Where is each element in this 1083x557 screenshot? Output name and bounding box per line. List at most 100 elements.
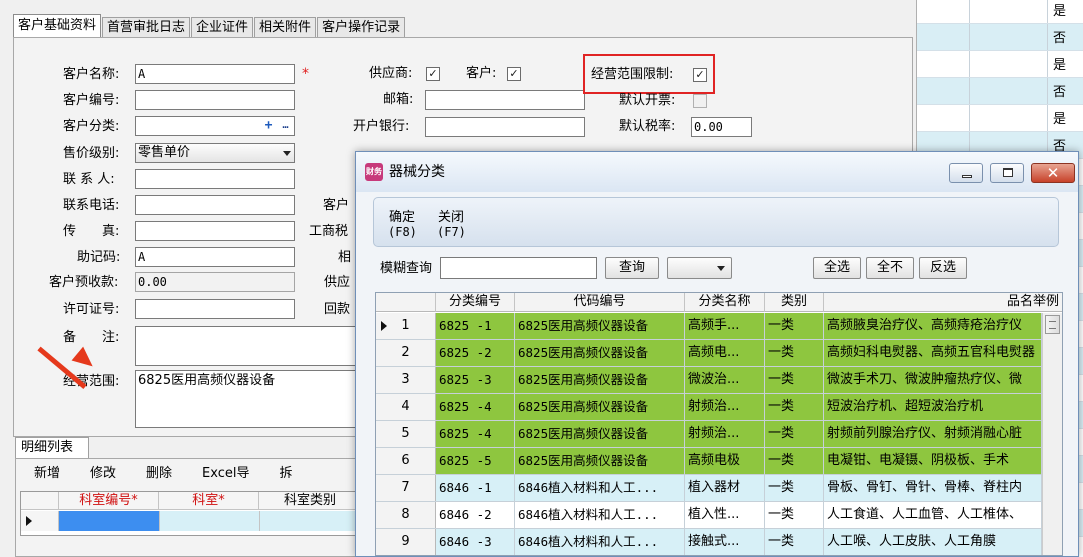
split-button[interactable]: 拆 [261,463,304,485]
customer-code-input[interactable] [135,90,295,110]
supplier-checkbox[interactable]: ✓ [426,67,440,81]
mnemonic-input[interactable]: A [135,247,295,267]
close-button[interactable]: ✕ [1031,163,1075,183]
default-tax-input[interactable]: 0.00 [691,117,752,137]
tab-approval-log[interactable]: 首营审批日志 [102,17,191,38]
edit-button[interactable]: 修改 [72,463,128,485]
cell-category-name[interactable]: 高频电... [685,340,765,366]
tab-customer-basic[interactable]: 客户基础资料 [13,14,102,38]
col-category-name[interactable]: 分类名称 [685,293,765,312]
cell-product-examples[interactable]: 骨板、骨钉、骨针、骨棒、脊柱内 [824,475,1042,501]
cell-category-code[interactable]: 6846 -3 [436,529,515,555]
cell-category-name[interactable]: 高频电极 [685,448,765,474]
search-button[interactable]: 查询 [605,257,659,279]
category-row[interactable]: 4 6825 -4 6825医用高频仪器设备 射频治... 一类 短波治疗机、超短波治疗机 [376,394,1062,421]
cell-class[interactable]: 一类 [765,313,824,339]
cell-code-number[interactable]: 6825医用高频仪器设备 [515,448,685,474]
cell-code-number[interactable]: 6825医用高频仪器设备 [515,367,685,393]
cell-class[interactable]: 一类 [765,421,824,447]
cell-category-code[interactable]: 6825 -2 [436,340,515,366]
cell-class[interactable]: 一类 [765,367,824,393]
detail-cell[interactable] [259,511,362,531]
detail-cell-selected[interactable] [59,511,159,531]
cell-product-examples[interactable]: 微波手术刀、微波肿瘤热疗仪、微 [824,367,1042,393]
category-row[interactable]: 2 6825 -2 6825医用高频仪器设备 高频电... 一类 高频妇科电熨器、高频五官… [376,340,1062,367]
customer-name-input[interactable]: A [135,64,295,84]
maximize-button[interactable] [990,163,1024,183]
minimize-button[interactable] [949,163,983,183]
cell-class[interactable]: 一类 [765,529,824,555]
cell-category-code[interactable]: 6825 -4 [436,394,515,420]
col-class[interactable]: 类别 [765,293,824,312]
scope-textarea[interactable]: 6825医用高频仪器设备 [135,370,357,428]
col-product-examples[interactable]: 品名举例 [824,293,1062,312]
cell-category-code[interactable]: 6846 -2 [436,502,515,528]
col-category-code[interactable]: 分类编号 [436,293,515,312]
cell-code-number[interactable]: 6846植入材料和人工... [515,529,685,555]
cell-code-number[interactable]: 6846植入材料和人工... [515,502,685,528]
customer-category-input[interactable]: + … [135,116,295,136]
license-input[interactable] [135,299,295,319]
email-input[interactable] [425,90,585,110]
category-row[interactable]: 6 6825 -5 6825医用高频仪器设备 高频电极 一类 电凝钳、电凝镊、阴极板、手… [376,448,1062,475]
cell-category-name[interactable]: 射频治... [685,421,765,447]
cell-code-number[interactable]: 6825医用高频仪器设备 [515,313,685,339]
cell-category-code[interactable]: 6825 -4 [436,421,515,447]
scope-limit-checkbox[interactable]: ✓ [693,68,707,82]
cell-category-name[interactable]: 接触式... [685,529,765,555]
category-row[interactable]: 5 6825 -4 6825医用高频仪器设备 射频治... 一类 射频前列腺治疗仪、射频消… [376,421,1062,448]
add-category-icon[interactable]: + [261,118,276,134]
bank-input[interactable] [425,117,585,137]
cell-category-code[interactable]: 6825 -1 [436,313,515,339]
tab-operation-log[interactable]: 客户操作记录 [317,17,406,38]
select-none-button[interactable]: 全不 [866,257,914,279]
customer-checkbox[interactable]: ✓ [507,67,521,81]
cell-product-examples[interactable]: 短波治疗机、超短波治疗机 [824,394,1042,420]
cell-product-examples[interactable]: 人工喉、人工皮肤、人工角膜 [824,529,1042,555]
remark-textarea[interactable] [135,326,357,366]
browse-category-icon[interactable]: … [278,118,293,134]
add-button[interactable]: 新增 [16,463,72,485]
cell-product-examples[interactable]: 人工食道、人工血管、人工椎体、 [824,502,1042,528]
detail-col-dept[interactable]: 科室* [159,492,259,510]
phone-input[interactable] [135,195,295,215]
scrollbar-thumb[interactable] [1045,315,1060,334]
cell-category-code[interactable]: 6825 -3 [436,367,515,393]
tab-attachments[interactable]: 相关附件 [254,17,317,38]
category-row[interactable]: 9 6846 -3 6846植入材料和人工... 接触式... 一类 人工喉、人工皮肤、人… [376,529,1062,555]
cell-category-code[interactable]: 6825 -5 [436,448,515,474]
cell-category-name[interactable]: 植入器材 [685,475,765,501]
cell-product-examples[interactable]: 高频腋臭治疗仪、高频痔疮治疗仪 [824,313,1042,339]
filter-combo[interactable] [667,257,732,279]
contact-input[interactable] [135,169,295,189]
delete-button[interactable]: 删除 [128,463,184,485]
cell-code-number[interactable]: 6825医用高频仪器设备 [515,394,685,420]
default-invoice-checkbox[interactable] [693,94,707,108]
dialog-titlebar[interactable]: 财务 器械分类 ✕ [356,152,1078,192]
detail-cell[interactable] [159,511,259,531]
excel-import-button[interactable]: Excel导 [184,463,261,485]
cell-category-code[interactable]: 6846 -1 [436,475,515,501]
cell-code-number[interactable]: 6846植入材料和人工... [515,475,685,501]
tab-certificates[interactable]: 企业证件 [191,17,254,38]
close-dialog-button[interactable]: 关闭 [438,210,464,225]
cell-category-name[interactable]: 微波治... [685,367,765,393]
category-row[interactable]: 8 6846 -2 6846植入材料和人工... 植入性... 一类 人工食道、人工血管、… [376,502,1062,529]
search-input[interactable] [440,257,597,279]
cell-class[interactable]: 一类 [765,448,824,474]
select-all-button[interactable]: 全选 [813,257,861,279]
cell-code-number[interactable]: 6825医用高频仪器设备 [515,421,685,447]
confirm-button[interactable]: 确定 [389,210,415,225]
category-row[interactable]: 7 6846 -1 6846植入材料和人工... 植入器材 一类 骨板、骨钉、骨针、骨棒、… [376,475,1062,502]
cell-category-name[interactable]: 射频治... [685,394,765,420]
price-level-select[interactable]: 零售单价 [135,143,295,163]
invert-selection-button[interactable]: 反选 [919,257,967,279]
cell-class[interactable]: 一类 [765,475,824,501]
cell-category-name[interactable]: 高频手... [685,313,765,339]
category-row[interactable]: 3 6825 -3 6825医用高频仪器设备 微波治... 一类 微波手术刀、微波肿瘤热疗… [376,367,1062,394]
fax-input[interactable] [135,221,295,241]
cell-code-number[interactable]: 6825医用高频仪器设备 [515,340,685,366]
cell-class[interactable]: 一类 [765,340,824,366]
detail-col-dept-type[interactable]: 科室类别 [259,492,362,510]
tab-detail-list[interactable]: 明细列表 [15,437,89,459]
